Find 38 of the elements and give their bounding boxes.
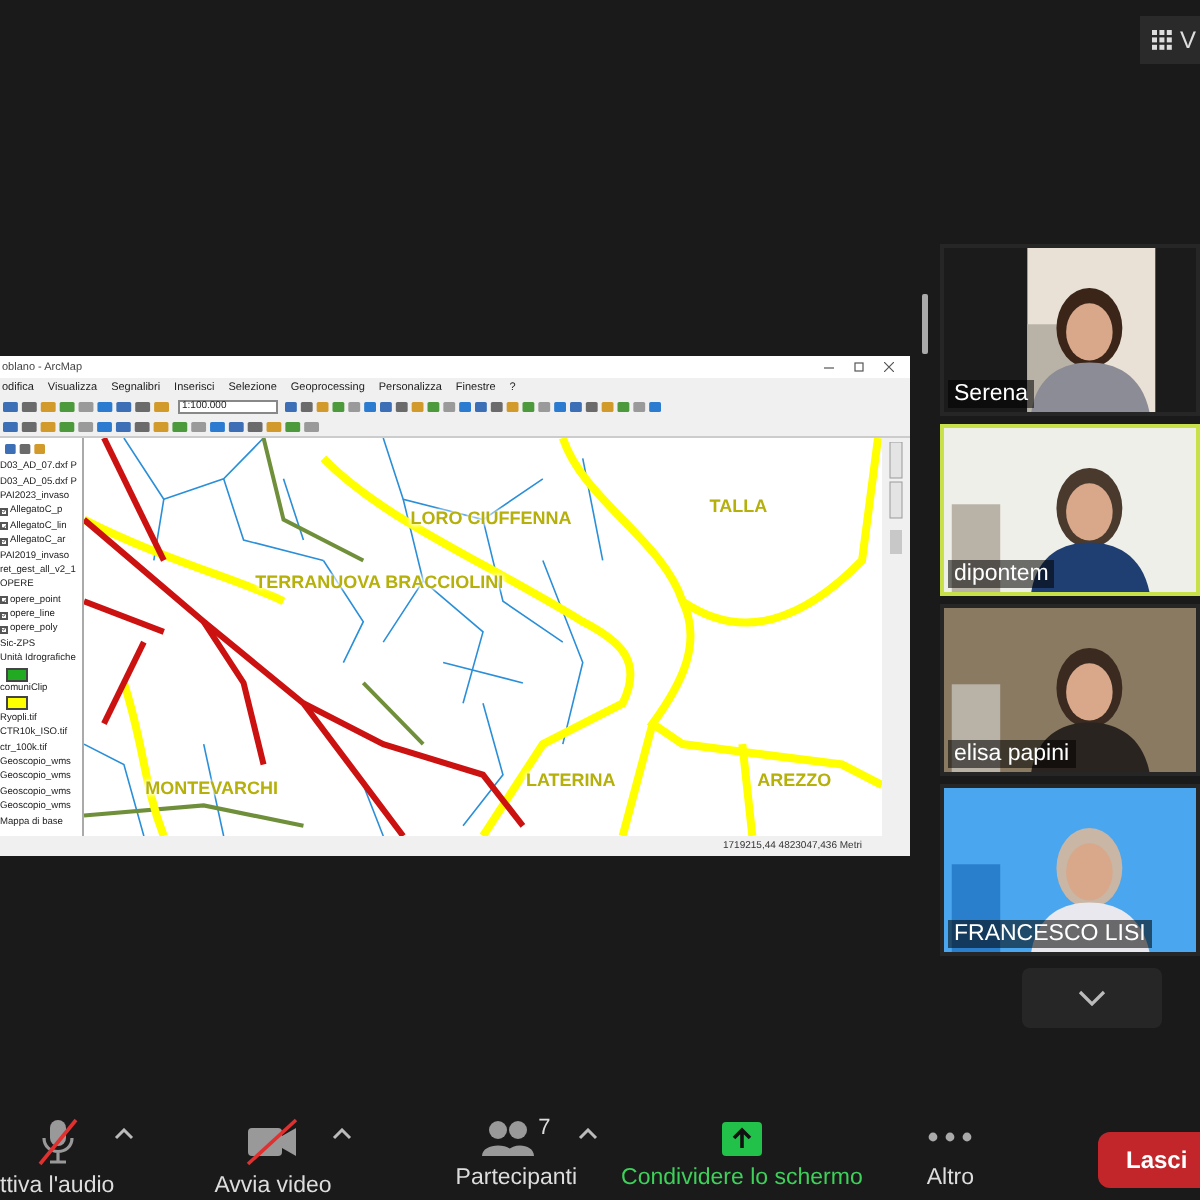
participant-count: 7: [538, 1116, 551, 1140]
layer-checkbox[interactable]: [0, 507, 8, 516]
layer-checkbox[interactable]: [0, 625, 8, 634]
caret-icon[interactable]: [331, 1128, 352, 1140]
layer-checkbox[interactable]: [0, 522, 8, 531]
toolbar-icons-drawing[interactable]: [4, 442, 48, 456]
map-label: AREZZO: [757, 770, 832, 791]
toolbar-icons-drawing[interactable]: [284, 399, 664, 413]
toolbar-icons-drawing[interactable]: [2, 399, 172, 413]
participant-name: elisa papini: [948, 740, 1076, 768]
more-icon: [928, 1132, 973, 1142]
caret-icon[interactable]: [577, 1128, 598, 1140]
view-button[interactable]: V: [1139, 16, 1200, 64]
start-video-button[interactable]: Avvia video: [214, 1116, 332, 1198]
splitter-handle[interactable]: [922, 294, 928, 354]
minimize-icon[interactable]: [824, 362, 834, 372]
layer-checkbox[interactable]: [0, 537, 8, 546]
maximize-icon[interactable]: [854, 362, 864, 372]
people-icon: [482, 1116, 535, 1160]
grid-icon: [1151, 30, 1172, 50]
participant-name: FRANCESCO LISI: [948, 920, 1152, 948]
layer-checkbox[interactable]: [0, 611, 8, 620]
participants-button[interactable]: 7 Partecipanti: [455, 1116, 578, 1190]
leave-button[interactable]: Lasci: [1098, 1132, 1200, 1188]
map-label: TALLA: [709, 495, 768, 516]
participant-name: Serena: [948, 380, 1035, 408]
map-label: LATERINA: [525, 770, 616, 791]
scrollbar-thumb[interactable]: [890, 530, 902, 554]
layer-checkbox[interactable]: [0, 596, 8, 605]
participant-name: dipontem: [948, 560, 1055, 588]
unmute-button[interactable]: ttiva l'audio: [0, 1116, 115, 1198]
close-icon[interactable]: [884, 362, 894, 372]
caret-icon[interactable]: [114, 1128, 135, 1140]
chevron-down-icon: [1078, 990, 1106, 1006]
share-screen-icon: [717, 1116, 766, 1160]
share-screen-button[interactable]: Condividere lo schermo: [621, 1116, 863, 1190]
more-button[interactable]: Altro: [926, 1116, 974, 1190]
toolbar-icons-drawing[interactable]: [2, 419, 322, 433]
